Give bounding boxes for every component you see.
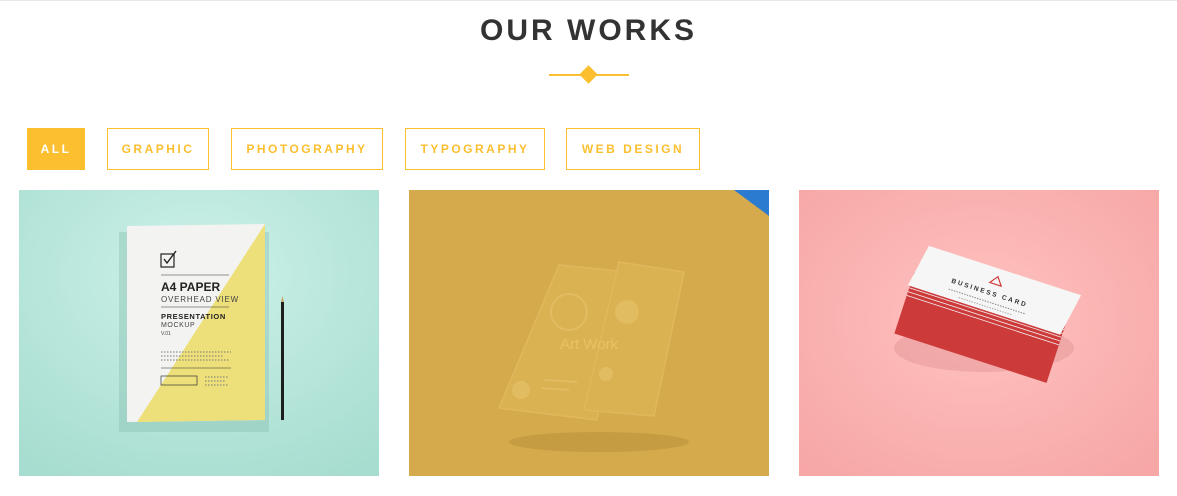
paper-heading: PRESENTATION: [161, 312, 226, 321]
title-divider: [549, 65, 629, 84]
paper-version: V.01: [161, 331, 171, 337]
a4-paper-image: A4 PAPER OVERHEAD VIEW PRESENTATION MOCK…: [19, 190, 379, 476]
portfolio-item-art-work[interactable]: Art Work: [409, 190, 769, 476]
top-border: [0, 0, 1177, 1]
portfolio-item-a4-paper[interactable]: A4 PAPER OVERHEAD VIEW PRESENTATION MOCK…: [19, 190, 379, 476]
filter-web-design[interactable]: WEB DESIGN: [566, 128, 700, 170]
paper-heading-2: MOCKUP: [161, 322, 195, 329]
filter-photography[interactable]: PHOTOGRAPHY: [231, 128, 383, 170]
filter-all[interactable]: ALL: [27, 128, 85, 170]
portfolio-item-business-card[interactable]: BUSINESS CARD: [799, 190, 1159, 476]
art-work-label: Art Work: [560, 336, 619, 353]
art-work-image: Art Work: [409, 190, 769, 476]
diamond-icon: [579, 65, 598, 84]
paper-subtitle: OVERHEAD VIEW: [161, 295, 239, 304]
filter-typography[interactable]: TYPOGRAPHY: [405, 128, 545, 170]
section-title: OUR WORKS: [480, 14, 697, 47]
paper-title: A4 PAPER: [161, 280, 220, 294]
filter-graphic[interactable]: GRAPHIC: [107, 128, 209, 170]
business-card-image: BUSINESS CARD: [799, 190, 1159, 476]
